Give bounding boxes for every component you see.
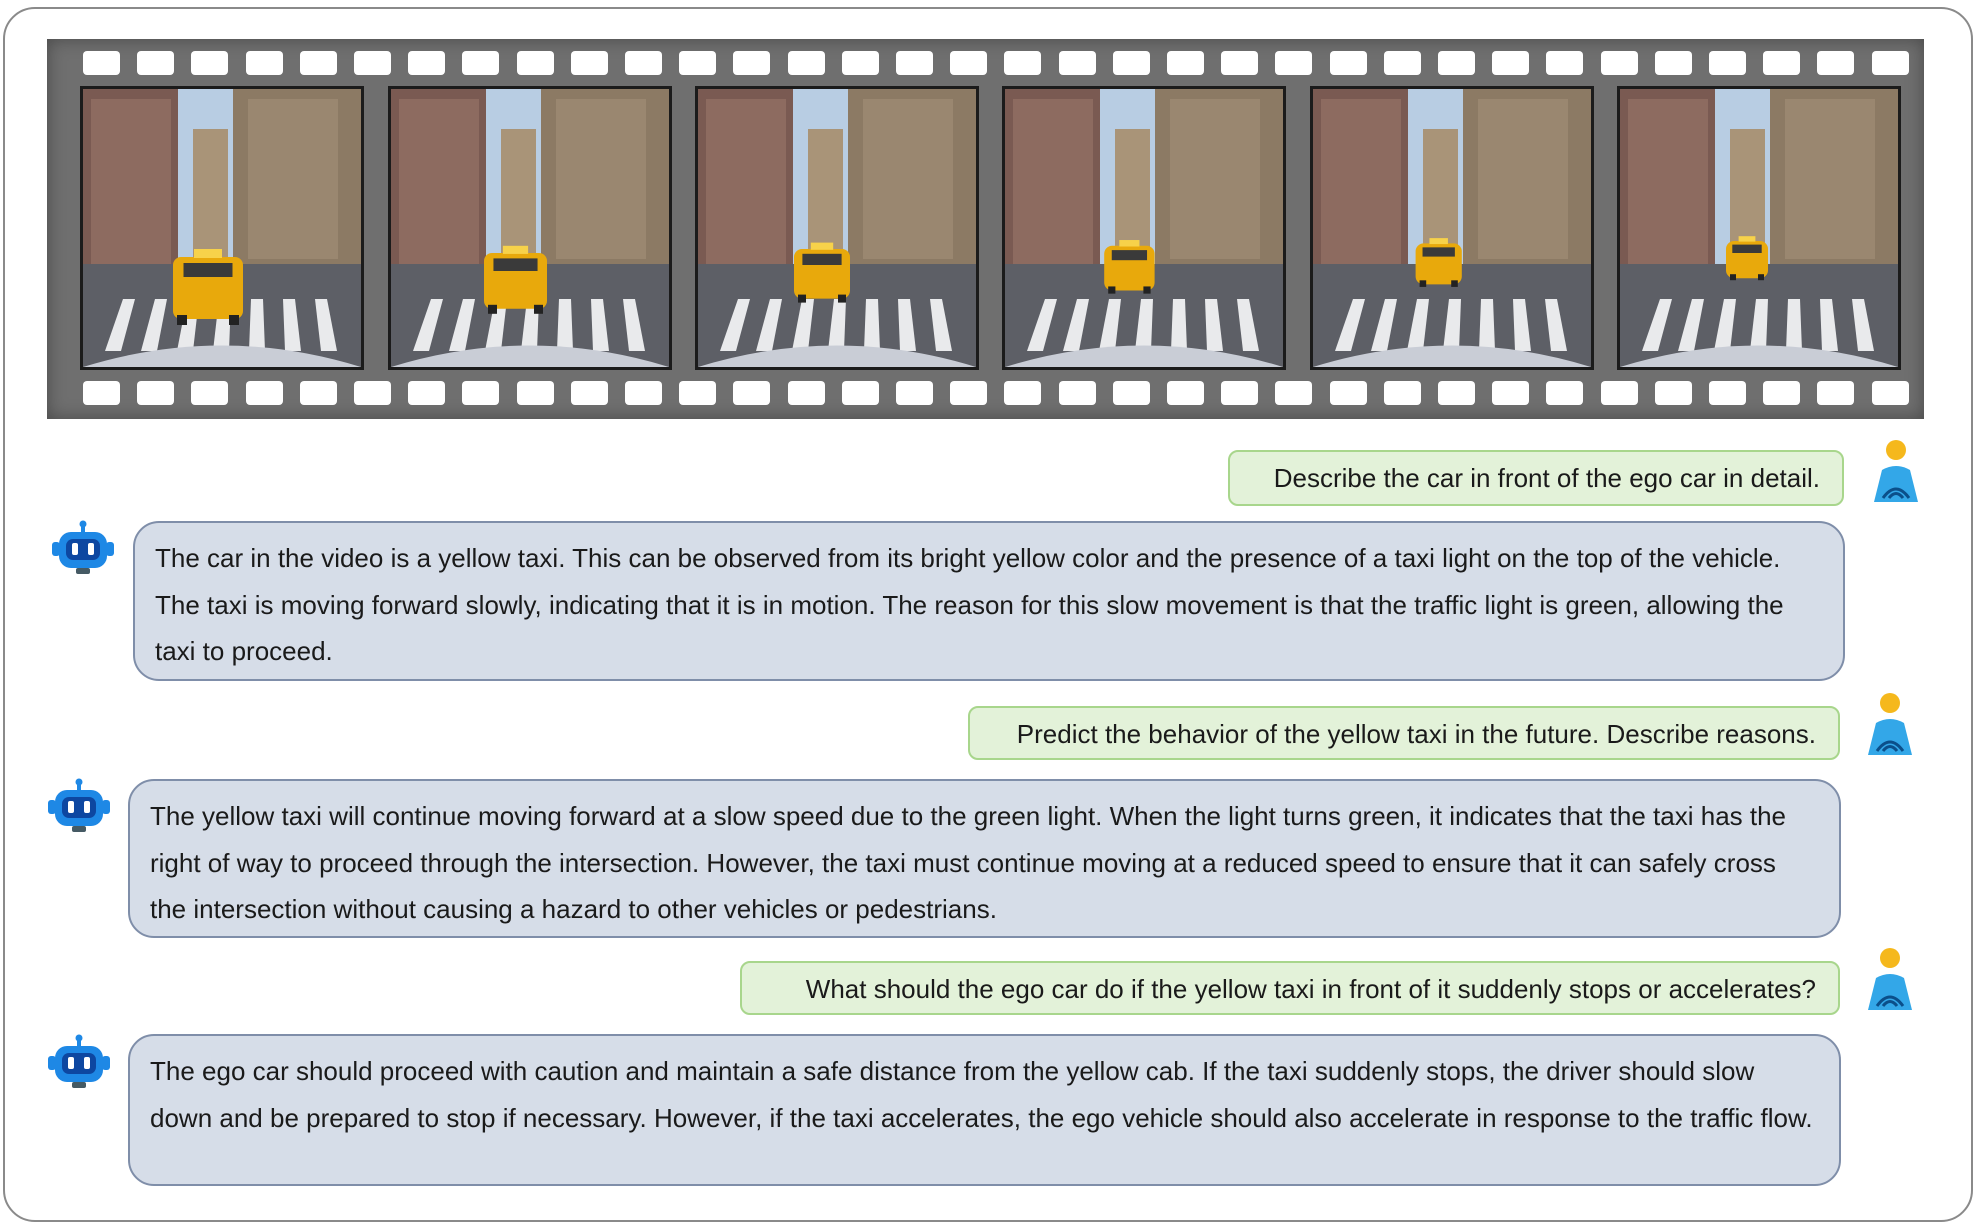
person-icon [1860,693,1920,755]
sprocket-hole [787,381,825,405]
sprocket-hole [299,381,337,405]
video-frame [695,86,979,370]
robot-icon [46,1034,112,1090]
sprocket-hole [570,51,608,75]
assistant-message-2: The yellow taxi will continue moving for… [128,779,1841,938]
sprocket-hole [896,51,933,75]
assistant-message-3: The ego car should proceed with caution … [128,1034,1841,1186]
user-message-2: Predict the behavior of the yellow taxi … [968,706,1840,760]
person-icon [1866,440,1926,502]
assistant-message-text: The car in the video is a yellow taxi. T… [155,543,1784,666]
sprocket-hole [1004,51,1042,75]
sprocket-hole [841,381,879,405]
user-message-1: Describe the car in front of the ego car… [1228,450,1844,506]
sprocket-hole [1871,381,1909,405]
sprocket-hole [191,51,229,75]
video-filmstrip [47,39,1963,419]
sprocket-hole [679,51,717,75]
sprocket-hole [191,381,229,405]
user-message-3: What should the ego car do if the yellow… [740,961,1840,1015]
sprocket-hole [1654,381,1692,405]
video-frame [1002,86,1286,370]
sprocket-hole [625,51,662,75]
sprocket-hole [1925,51,1963,75]
sprocket-hole [896,381,933,405]
sprocket-hole [1709,51,1746,75]
sprocket-holes-bottom [47,381,1963,407]
sprocket-hole [1221,381,1259,405]
person-icon [1860,948,1920,1010]
sprocket-hole [1817,51,1855,75]
sprocket-hole [299,51,337,75]
robot-icon [46,778,112,834]
sprocket-hole [1546,381,1584,405]
sprocket-hole [1709,381,1746,405]
sprocket-hole [516,51,554,75]
user-message-text: What should the ego car do if the yellow… [805,974,1816,1004]
sprocket-hole [1329,51,1367,75]
sprocket-hole [462,381,500,405]
sprocket-hole [950,51,988,75]
sprocket-hole [408,51,446,75]
sprocket-hole [1438,381,1475,405]
sprocket-hole [245,51,283,75]
sprocket-hole [1871,51,1909,75]
sprocket-hole [1654,51,1692,75]
sprocket-hole [1546,51,1584,75]
assistant-message-1: The car in the video is a yellow taxi. T… [133,521,1845,681]
sprocket-hole [1058,51,1096,75]
sprocket-hole [1763,51,1801,75]
sprocket-hole [1275,51,1313,75]
sprocket-hole [1329,381,1367,405]
sprocket-hole [1925,381,1963,405]
sprocket-hole [1058,381,1096,405]
user-message-text: Describe the car in front of the ego car… [1273,463,1820,493]
sprocket-hole [83,51,120,75]
sprocket-hole [1112,381,1150,405]
robot-icon [50,520,116,576]
sprocket-hole [1167,381,1204,405]
sprocket-hole [354,51,391,75]
sprocket-hole [1004,381,1042,405]
sprocket-holes-top [47,51,1963,77]
assistant-message-text: The ego car should proceed with caution … [150,1056,1813,1133]
sprocket-hole [733,51,771,75]
sprocket-hole [1383,381,1421,405]
sprocket-hole [733,381,771,405]
sprocket-hole [1492,381,1530,405]
user-message-text: Predict the behavior of the yellow taxi … [1016,719,1816,749]
sprocket-hole [1221,51,1259,75]
sprocket-hole [462,51,500,75]
sprocket-hole [625,381,662,405]
sprocket-hole [516,381,554,405]
sprocket-hole [1600,381,1638,405]
sprocket-hole [679,381,717,405]
assistant-message-text: The yellow taxi will continue moving for… [150,801,1787,924]
sprocket-hole [841,51,879,75]
sprocket-hole [787,51,825,75]
video-frame [388,86,672,370]
sprocket-hole [137,51,175,75]
sprocket-hole [83,381,120,405]
sprocket-hole [1763,381,1801,405]
video-frame [1310,86,1594,370]
sprocket-hole [570,381,608,405]
sprocket-hole [245,381,283,405]
sprocket-hole [1167,51,1204,75]
sprocket-hole [1492,51,1530,75]
video-frame [1617,86,1901,370]
sprocket-hole [1383,51,1421,75]
sprocket-hole [1275,381,1313,405]
sprocket-hole [1600,51,1638,75]
sprocket-hole [1817,381,1855,405]
sprocket-hole [1112,51,1150,75]
sprocket-hole [354,381,391,405]
sprocket-hole [950,381,988,405]
sprocket-hole [137,381,175,405]
sprocket-hole [408,381,446,405]
sprocket-hole [1438,51,1475,75]
video-frame [80,86,364,370]
